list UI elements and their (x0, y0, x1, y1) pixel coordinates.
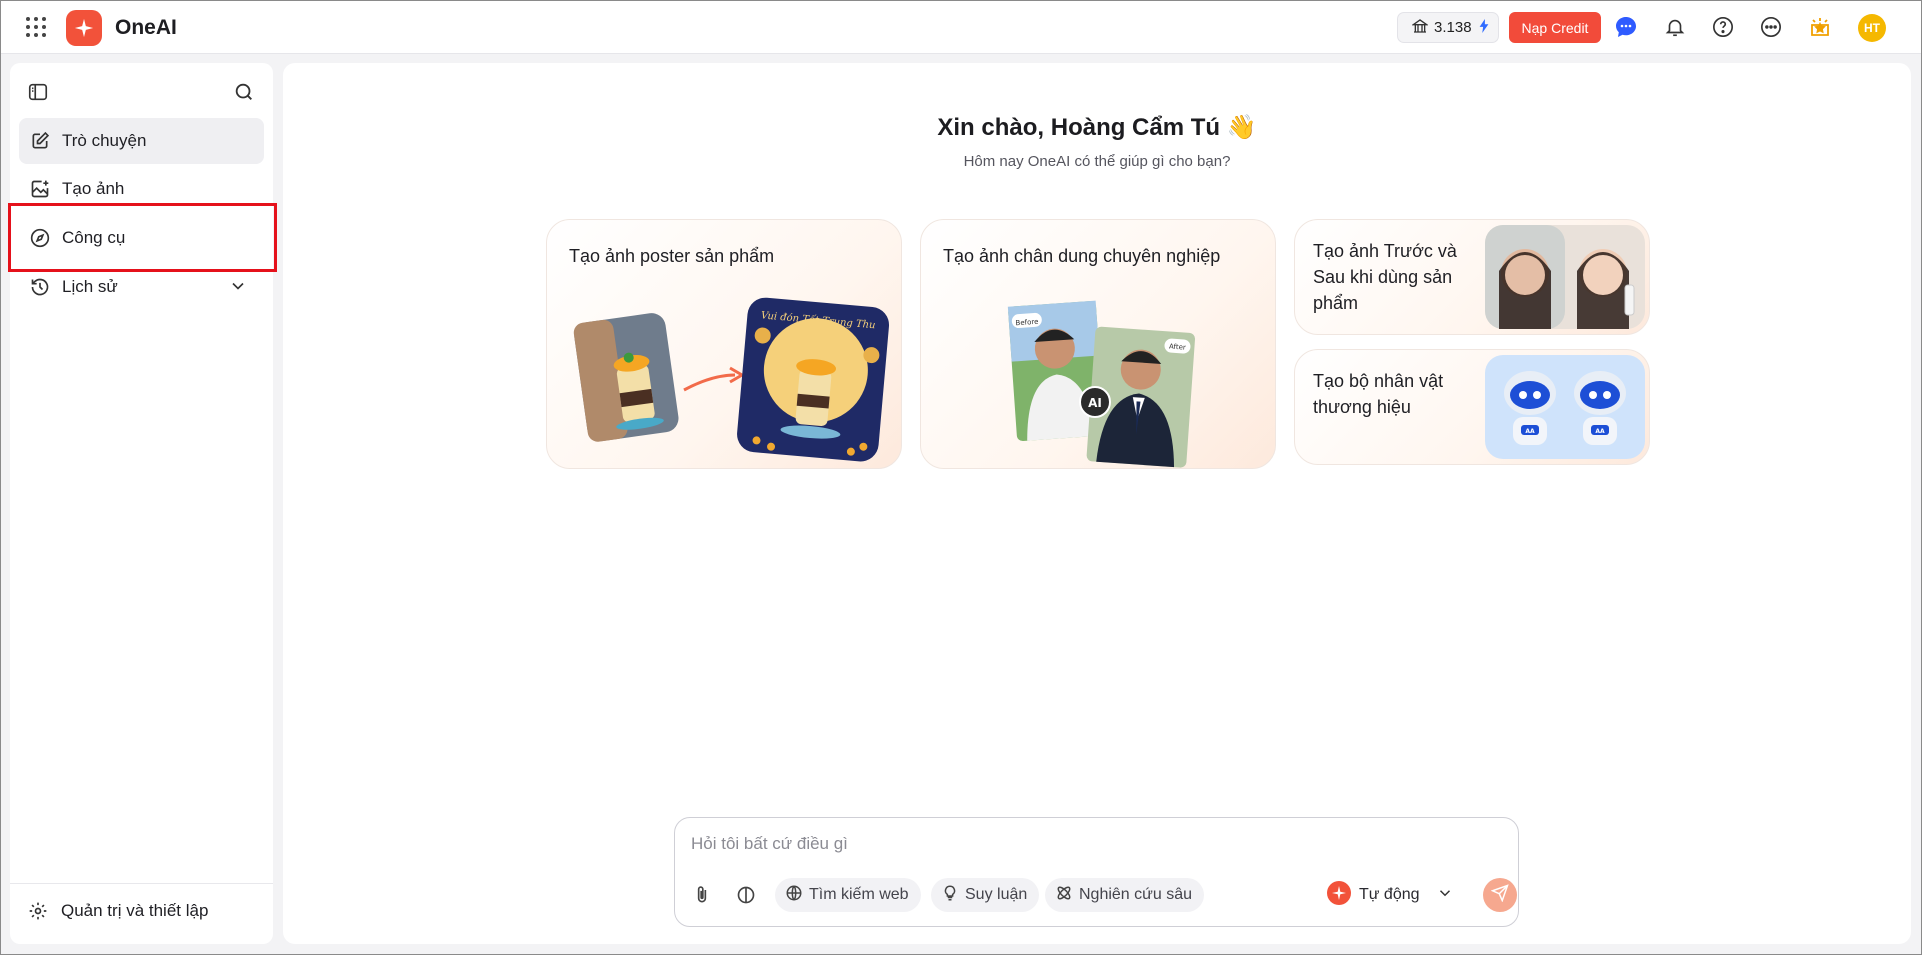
sparkle-logo-icon (1327, 880, 1351, 910)
chevron-down-icon (1436, 884, 1454, 907)
sidebar: Trò chuyện Tạo ảnh Công cụ Lịch sử Quản … (8, 63, 277, 944)
help-icon[interactable] (1709, 13, 1737, 41)
image-add-icon (29, 178, 51, 200)
chip-label: Suy luận (965, 886, 1028, 903)
brand-name[interactable]: OneAI (115, 16, 177, 40)
bolt-icon (1478, 18, 1490, 37)
page-title: Xin chào, Hoàng Cẩm Tú 👋 (937, 114, 1257, 141)
chat-bubble-icon[interactable] (1612, 13, 1640, 41)
layout-icon[interactable] (731, 880, 761, 910)
top-bar: OneAI 3.138 Nạp Credit HT (0, 0, 1922, 54)
sidebar-toggle-icon[interactable] (27, 81, 51, 105)
edit-icon (29, 130, 51, 152)
bell-icon[interactable] (1661, 13, 1689, 41)
deep-research-chip[interactable]: Nghiên cứu sâu (1045, 878, 1204, 912)
chip-label: Tìm kiếm web (809, 886, 909, 903)
sidebar-item-chat[interactable]: Trò chuyện (19, 118, 264, 164)
sidebar-item-tools[interactable]: Công cụ (8, 203, 277, 272)
card-before-after[interactable]: Tạo ảnh Trước và Sau khi dùng sản phẩm (1294, 219, 1650, 335)
card-professional-portrait[interactable]: Tạo ảnh chân dung chuyên nghiệp Before A… (920, 219, 1276, 469)
gear-icon (28, 900, 50, 922)
poster-illustration: Vui đón Tết Trung Thu (573, 297, 890, 462)
attach-icon[interactable] (687, 880, 717, 910)
search-icon[interactable] (233, 81, 257, 105)
credit-balance[interactable]: 3.138 (1397, 12, 1499, 43)
topup-credit-button[interactable]: Nạp Credit (1509, 12, 1601, 43)
reasoning-chip[interactable]: Suy luận (931, 878, 1040, 912)
avatar[interactable]: HT (1858, 14, 1886, 42)
card-title: Tạo bộ nhân vật thương hiệu (1313, 371, 1444, 417)
page-subtitle: Hôm nay OneAI có thể giúp gì cho bạn? (963, 153, 1231, 170)
announcement-icon[interactable] (1806, 13, 1834, 41)
sidebar-item-label: Tạo ảnh (62, 179, 125, 198)
before-after-illustration (1485, 225, 1645, 329)
card-title: Tạo ảnh Trước và Sau khi dùng sản phẩm (1313, 241, 1457, 313)
before-label: Before (1015, 318, 1038, 328)
card-product-poster[interactable]: Tạo ảnh poster sản phẩm Vui đón Tết Trun… (546, 219, 902, 469)
sidebar-item-label: Công cụ (62, 227, 126, 247)
card-brand-mascot[interactable]: Tạo bộ nhân vật thương hiệu AA AA (1294, 349, 1650, 465)
globe-icon (785, 884, 803, 907)
chevron-down-icon[interactable] (228, 276, 248, 301)
send-button[interactable] (1483, 878, 1517, 912)
mode-selector[interactable]: Tự động (1327, 880, 1454, 910)
mascot-right-text: AA (1595, 428, 1605, 435)
atom-icon (1055, 884, 1073, 907)
compass-icon (29, 227, 51, 249)
sidebar-item-history[interactable]: Lịch sử (19, 264, 264, 310)
after-label: After (1169, 342, 1186, 351)
mascot-left-text: AA (1525, 428, 1535, 435)
mascot-illustration: AA AA (1485, 355, 1645, 459)
apps-grid-icon[interactable] (24, 15, 48, 39)
oneai-logo[interactable] (66, 10, 102, 46)
lightbulb-icon (941, 884, 959, 907)
divider (10, 883, 273, 884)
more-icon[interactable] (1757, 13, 1785, 41)
chat-input[interactable] (691, 832, 1491, 856)
bank-icon (1411, 18, 1429, 38)
chat-composer: Tìm kiếm web Suy luận Nghiên cứu sâu Tự … (674, 817, 1519, 927)
portrait-illustration: Before After AI (1007, 300, 1196, 468)
mode-label: Tự động (1359, 886, 1420, 903)
send-icon (1490, 883, 1509, 907)
credit-amount: 3.138 (1434, 19, 1472, 36)
history-icon (29, 276, 51, 298)
settings-link[interactable]: Quản trị và thiết lập (28, 893, 208, 929)
web-search-chip[interactable]: Tìm kiếm web (775, 878, 921, 912)
sidebar-item-label: Lịch sử (62, 277, 118, 296)
main-panel: Xin chào, Hoàng Cẩm Tú 👋 Hôm nay OneAI c… (283, 63, 1911, 944)
settings-label: Quản trị và thiết lập (61, 901, 209, 920)
sidebar-item-label: Trò chuyện (62, 131, 147, 150)
ai-badge: AI (1088, 396, 1102, 410)
chip-label: Nghiên cứu sâu (1079, 886, 1192, 903)
